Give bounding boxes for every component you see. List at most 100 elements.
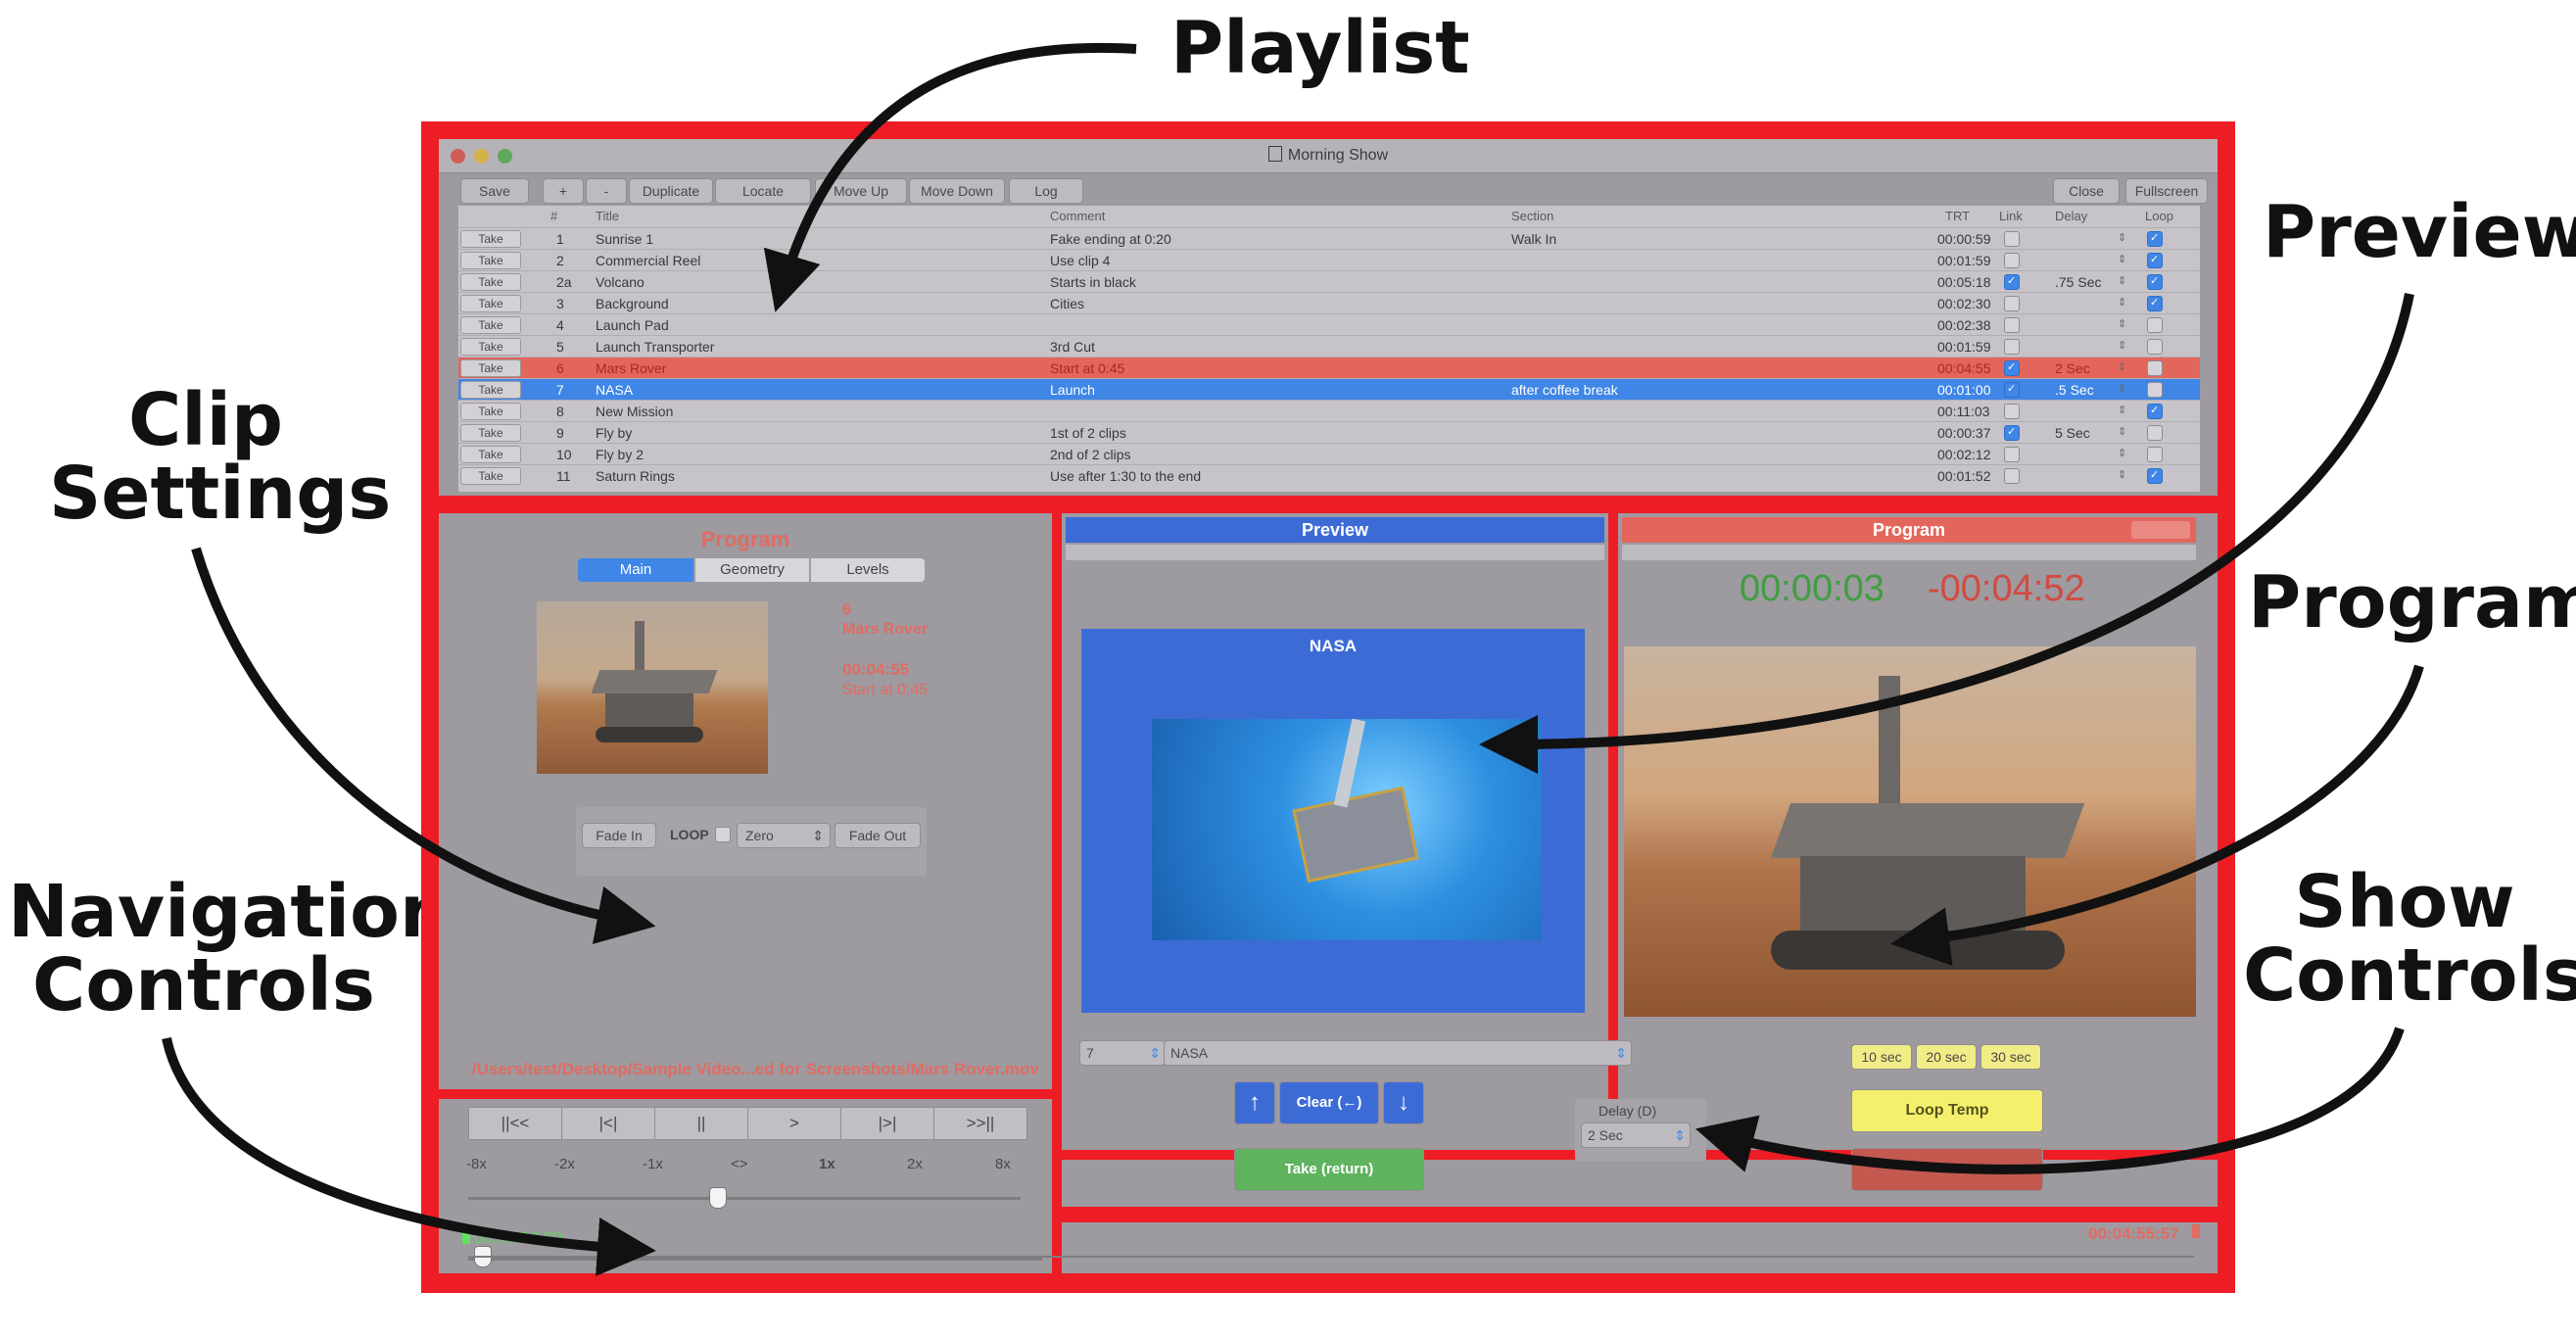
speed-slider-track[interactable] bbox=[468, 1197, 1021, 1200]
link-checkbox[interactable] bbox=[2004, 382, 2020, 398]
quick-30-button[interactable]: 30 sec bbox=[1980, 1044, 2041, 1070]
link-checkbox[interactable] bbox=[2004, 360, 2020, 376]
take-row-button[interactable]: Take bbox=[460, 295, 521, 312]
fade-out-button[interactable]: Fade Out bbox=[835, 823, 921, 848]
delay-stepper-icon[interactable]: ⇕ bbox=[2118, 253, 2126, 265]
table-row[interactable]: Take 5 Launch Transporter 3rd Cut 00:01:59 ⇕ bbox=[458, 335, 2200, 358]
table-row[interactable]: Take 10 Fly by 2 2nd of 2 clips 00:02:12 ⇕ bbox=[458, 443, 2200, 465]
fade-in-button[interactable]: Fade In bbox=[582, 823, 656, 848]
link-checkbox[interactable] bbox=[2004, 231, 2020, 247]
take-row-button[interactable]: Take bbox=[460, 381, 521, 399]
save-button[interactable]: Save bbox=[460, 178, 529, 204]
timeline-track[interactable] bbox=[468, 1258, 1042, 1261]
delay-stepper-icon[interactable]: ⇕ bbox=[2118, 360, 2126, 373]
take-row-button[interactable]: Take bbox=[460, 424, 521, 442]
table-row[interactable]: Take 4 Launch Pad 00:02:38 ⇕ bbox=[458, 313, 2200, 336]
remove-button[interactable]: - bbox=[586, 178, 627, 204]
loop-row-checkbox[interactable] bbox=[2147, 253, 2163, 268]
table-row[interactable]: Take 9 Fly by 1st of 2 clips 00:00:37 5 Sec ⇕ bbox=[458, 421, 2200, 444]
tab-main[interactable]: Main bbox=[578, 558, 693, 582]
link-checkbox[interactable] bbox=[2004, 447, 2020, 462]
table-row[interactable]: Take 7 NASA Launch after coffee break 00:01:0… bbox=[458, 378, 2200, 401]
table-row[interactable]: Take 2a Volcano Starts in black 00:05:18 .75 … bbox=[458, 270, 2200, 293]
table-row[interactable]: Take 3 Background Cities 00:02:30 ⇕ bbox=[458, 292, 2200, 314]
take-row-button[interactable]: Take bbox=[460, 446, 521, 463]
pause-button[interactable]: || bbox=[654, 1107, 748, 1140]
link-checkbox[interactable] bbox=[2004, 404, 2020, 419]
duplicate-button[interactable]: Duplicate bbox=[629, 178, 713, 204]
clear-button[interactable]: Clear (←) bbox=[1279, 1081, 1379, 1124]
take-row-button[interactable]: Take bbox=[460, 316, 521, 334]
link-checkbox[interactable] bbox=[2004, 339, 2020, 355]
clip-number-select[interactable]: 7 ⇕ bbox=[1079, 1040, 1166, 1066]
loop-row-checkbox[interactable] bbox=[2147, 425, 2163, 441]
tab-levels[interactable]: Levels bbox=[811, 558, 925, 582]
main-timeline-track[interactable] bbox=[468, 1256, 2194, 1258]
quick-20-button[interactable]: 20 sec bbox=[1916, 1044, 1977, 1070]
link-checkbox[interactable] bbox=[2004, 317, 2020, 333]
take-button[interactable]: Take (return) bbox=[1234, 1148, 1424, 1191]
loop-row-checkbox[interactable] bbox=[2147, 274, 2163, 290]
play-button[interactable]: > bbox=[747, 1107, 841, 1140]
move-up-button[interactable]: Move Up bbox=[815, 178, 907, 204]
link-checkbox[interactable] bbox=[2004, 296, 2020, 311]
loop-row-checkbox[interactable] bbox=[2147, 468, 2163, 484]
loop-row-checkbox[interactable] bbox=[2147, 317, 2163, 333]
table-row[interactable]: Take 1 Sunrise 1 Fake ending at 0:20 Walk In… bbox=[458, 227, 2200, 250]
take-row-button[interactable]: Take bbox=[460, 338, 521, 356]
link-checkbox[interactable] bbox=[2004, 253, 2020, 268]
link-checkbox[interactable] bbox=[2004, 468, 2020, 484]
delay-stepper-icon[interactable]: ⇕ bbox=[2118, 296, 2126, 309]
stop-button[interactable] bbox=[1851, 1148, 2043, 1191]
fullscreen-button[interactable]: Fullscreen bbox=[2125, 178, 2208, 204]
loop-row-checkbox[interactable] bbox=[2147, 447, 2163, 462]
loop-row-checkbox[interactable] bbox=[2147, 339, 2163, 355]
loop-temp-button[interactable]: Loop Temp bbox=[1851, 1089, 2043, 1132]
locate-button[interactable]: Locate bbox=[715, 178, 811, 204]
loop-row-checkbox[interactable] bbox=[2147, 404, 2163, 419]
move-down-arrow-button[interactable]: ↓ bbox=[1383, 1081, 1424, 1124]
loop-checkbox[interactable] bbox=[715, 827, 731, 842]
loop-row-checkbox[interactable] bbox=[2147, 231, 2163, 247]
close-button[interactable]: Close bbox=[2053, 178, 2120, 204]
zero-select[interactable]: Zero ⇕ bbox=[737, 823, 831, 848]
step-forward-button[interactable]: |>| bbox=[840, 1107, 934, 1140]
table-row[interactable]: Take 8 New Mission 00:11:03 ⇕ bbox=[458, 400, 2200, 422]
program-header-button[interactable] bbox=[2131, 521, 2190, 539]
step-back-button[interactable]: |<| bbox=[561, 1107, 655, 1140]
clip-name-select[interactable]: NASA ⇕ bbox=[1164, 1040, 1632, 1066]
jump-end-button[interactable]: >>|| bbox=[933, 1107, 1027, 1140]
link-checkbox[interactable] bbox=[2004, 425, 2020, 441]
link-checkbox[interactable] bbox=[2004, 274, 2020, 290]
loop-row-checkbox[interactable] bbox=[2147, 360, 2163, 376]
delay-stepper-icon[interactable]: ⇕ bbox=[2118, 425, 2126, 438]
take-row-button[interactable]: Take bbox=[460, 359, 521, 377]
quick-10-button[interactable]: 10 sec bbox=[1851, 1044, 1912, 1070]
loop-row-checkbox[interactable] bbox=[2147, 296, 2163, 311]
delay-stepper-icon[interactable]: ⇕ bbox=[2118, 231, 2126, 244]
take-row-button[interactable]: Take bbox=[460, 230, 521, 248]
delay-stepper-icon[interactable]: ⇕ bbox=[2118, 317, 2126, 330]
delay-stepper-icon[interactable]: ⇕ bbox=[2118, 382, 2126, 395]
take-row-button[interactable]: Take bbox=[460, 403, 521, 420]
delay-select[interactable]: 2 Sec ⇕ bbox=[1581, 1123, 1691, 1148]
tab-geometry[interactable]: Geometry bbox=[695, 558, 809, 582]
table-row[interactable]: Take 11 Saturn Rings Use after 1:30 to the … bbox=[458, 464, 2200, 487]
move-up-arrow-button[interactable]: ↑ bbox=[1234, 1081, 1275, 1124]
delay-stepper-icon[interactable]: ⇕ bbox=[2118, 447, 2126, 459]
delay-stepper-icon[interactable]: ⇕ bbox=[2118, 468, 2126, 481]
log-button[interactable]: Log bbox=[1009, 178, 1083, 204]
jump-start-button[interactable]: ||<< bbox=[468, 1107, 562, 1140]
take-row-button[interactable]: Take bbox=[460, 252, 521, 269]
add-button[interactable]: + bbox=[543, 178, 584, 204]
move-down-button[interactable]: Move Down bbox=[909, 178, 1005, 204]
loop-row-checkbox[interactable] bbox=[2147, 382, 2163, 398]
table-row[interactable]: Take 2 Commercial Reel Use clip 4 00:01:59 ⇕ bbox=[458, 249, 2200, 271]
speed-slider-thumb[interactable] bbox=[708, 1187, 727, 1209]
delay-stepper-icon[interactable]: ⇕ bbox=[2118, 274, 2126, 287]
table-row[interactable]: Take 6 Mars Rover Start at 0:45 00:04:55 2 Se… bbox=[458, 357, 2200, 379]
delay-stepper-icon[interactable]: ⇕ bbox=[2118, 404, 2126, 416]
take-row-button[interactable]: Take bbox=[460, 467, 521, 485]
take-row-button[interactable]: Take bbox=[460, 273, 521, 291]
delay-stepper-icon[interactable]: ⇕ bbox=[2118, 339, 2126, 352]
